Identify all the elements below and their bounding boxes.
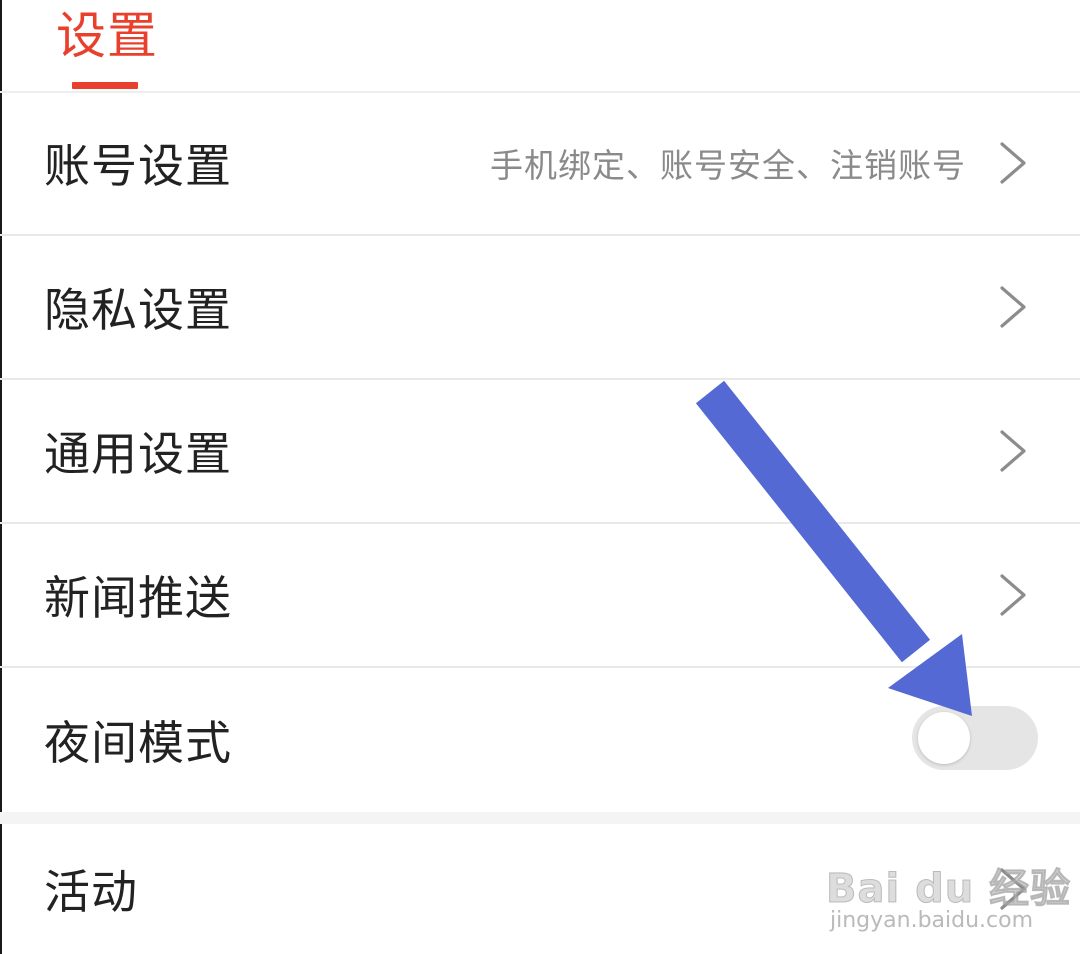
row-label: 隐私设置 <box>44 283 232 337</box>
settings-screen: 设置 账号设置 手机绑定、账号安全、注销账号 隐私设置 通用设置 新闻推送 夜间… <box>0 0 1080 954</box>
tab-active-indicator <box>72 82 138 89</box>
row-label: 活动 <box>44 865 138 919</box>
section-gap <box>0 812 1080 824</box>
tab-settings[interactable]: 设置 <box>56 6 158 66</box>
row-label: 新闻推送 <box>44 571 232 625</box>
row-label: 通用设置 <box>44 427 232 481</box>
chevron-right-icon <box>1000 574 1026 616</box>
night-mode-toggle[interactable] <box>912 706 1038 770</box>
row-account-settings[interactable]: 账号设置 手机绑定、账号安全、注销账号 <box>0 92 1080 236</box>
chevron-right-icon <box>1000 286 1026 328</box>
chevron-right-icon <box>1000 868 1026 910</box>
row-label: 夜间模式 <box>44 716 232 770</box>
chevron-right-icon <box>1000 430 1026 472</box>
row-hint: 手机绑定、账号安全、注销账号 <box>490 146 966 185</box>
row-activity[interactable]: 活动 <box>0 824 1080 954</box>
toggle-knob <box>918 712 970 764</box>
chevron-right-icon <box>1000 142 1026 184</box>
row-label: 账号设置 <box>44 139 232 193</box>
header: 设置 <box>0 0 1080 93</box>
row-privacy-settings[interactable]: 隐私设置 <box>0 236 1080 380</box>
row-general-settings[interactable]: 通用设置 <box>0 380 1080 524</box>
row-news-push[interactable]: 新闻推送 <box>0 524 1080 668</box>
